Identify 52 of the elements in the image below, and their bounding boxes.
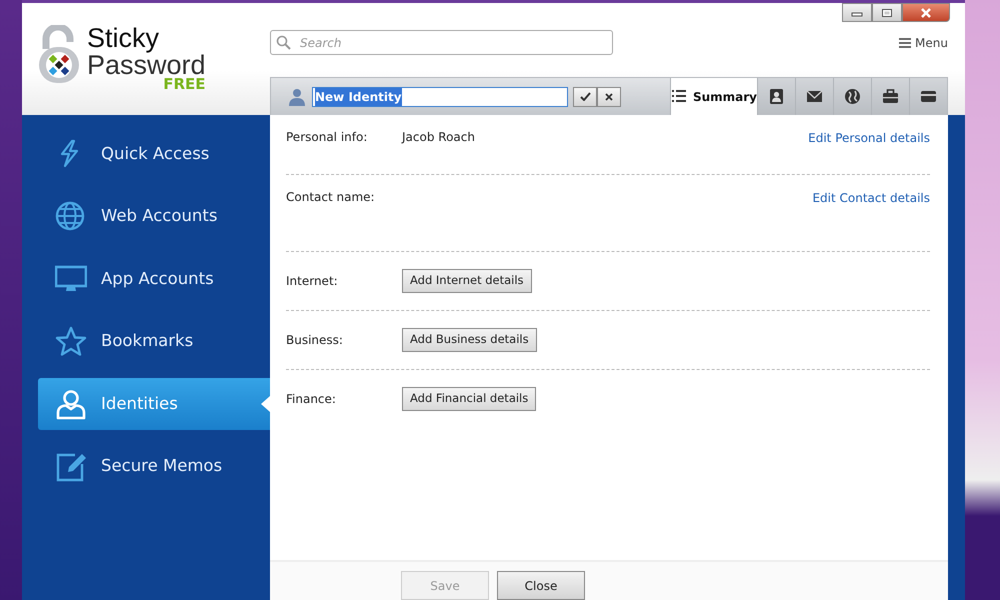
tab[interactable] [909, 78, 947, 115]
field-label: Contact name: [286, 189, 376, 206]
logo-text: Password [87, 52, 206, 79]
menu-icon [899, 38, 912, 48]
maximize-button[interactable] [872, 3, 902, 22]
identity-name-field[interactable]: New Identity [312, 86, 568, 106]
search-icon [276, 35, 291, 50]
check-icon [580, 92, 590, 101]
search-field[interactable]: Search [270, 30, 613, 55]
tab[interactable] [833, 78, 871, 115]
logo-text: Sticky [87, 25, 160, 52]
field-label: Personal info: [286, 129, 368, 146]
sidebar-item[interactable]: Quick Access [38, 128, 270, 180]
add-details-button[interactable]: Add Internet details [402, 269, 532, 293]
field-label: Finance: [286, 391, 337, 408]
briefcase-icon [882, 88, 899, 105]
x-icon [605, 92, 613, 100]
add-details-button[interactable]: Add Business details [402, 328, 537, 352]
credit-card-icon [920, 88, 937, 105]
envelope-icon [806, 88, 823, 105]
maximize-icon [881, 8, 893, 18]
tab[interactable]: Summary [670, 78, 757, 115]
tab[interactable] [795, 78, 833, 115]
minimize-button[interactable] [842, 3, 872, 22]
list-icon [671, 88, 687, 105]
globe-icon [55, 201, 87, 232]
sidebar-item[interactable]: Bookmarks [38, 316, 270, 368]
globe-icon [844, 88, 861, 105]
person-icon [55, 388, 87, 420]
edit-details-link[interactable]: Edit Contact details [812, 189, 930, 251]
edit-details-link[interactable]: Edit Personal details [808, 129, 930, 174]
contact-card-icon [768, 88, 785, 105]
sidebar-item[interactable]: App Accounts [38, 253, 270, 305]
edition-label: FREE [162, 77, 206, 92]
tab[interactable] [757, 78, 795, 115]
field-value: Jacob Roach [402, 130, 475, 144]
close-button[interactable] [902, 3, 950, 22]
star-icon [55, 326, 87, 357]
dialog-button[interactable]: Close [497, 571, 585, 600]
menu-button[interactable]: Menu [899, 34, 948, 52]
field-label: Business: [286, 332, 344, 349]
sidebar-item[interactable]: Web Accounts [38, 190, 270, 242]
note-pencil-icon [55, 451, 87, 482]
cancel-button[interactable] [597, 86, 621, 106]
person-icon [288, 88, 306, 106]
padlock-logo-icon [37, 25, 81, 85]
tab[interactable] [871, 78, 909, 115]
sidebar-item[interactable]: Secure Memos [38, 440, 270, 492]
field-label: Internet: [286, 273, 339, 290]
add-details-button[interactable]: Add Financial details [402, 387, 536, 411]
confirm-button[interactable] [573, 86, 597, 106]
close-icon [920, 8, 932, 18]
